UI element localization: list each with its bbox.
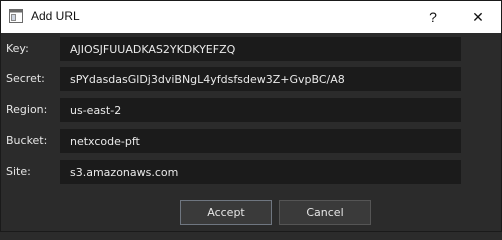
site-row: Site: s3.amazonaws.com (1, 160, 501, 184)
site-value: s3.amazonaws.com (70, 166, 179, 179)
secret-value: sPYdasdasGlDj3dviBNgL4yfdsfsdew3Z+GvpBC/… (70, 73, 345, 86)
region-row: Region: us-east-2 (1, 98, 501, 122)
secret-row: Secret: sPYdasdasGlDj3dviBNgL4yfdsfsdew3… (1, 67, 501, 91)
key-label: Key: (6, 42, 29, 55)
app-window-icon (9, 9, 23, 23)
key-value: AJIOSJFUUADKAS2YKDKYEFZQ (70, 43, 236, 56)
help-button[interactable]: ? (410, 1, 456, 33)
bucket-label: Bucket: (6, 134, 48, 147)
region-field[interactable]: us-east-2 (60, 98, 461, 122)
cancel-button[interactable]: Cancel (279, 200, 371, 225)
close-button[interactable]: ✕ (455, 1, 501, 33)
bucket-value: netxcode-pft (70, 135, 140, 148)
add-url-dialog: Add URL ? ✕ Key: AJIOSJFUUADKAS2YKDKYEFZ… (0, 0, 502, 232)
secret-label: Secret: (6, 72, 45, 85)
title-bar[interactable]: Add URL ? ✕ (1, 1, 501, 33)
region-value: us-east-2 (70, 104, 122, 117)
key-field[interactable]: AJIOSJFUUADKAS2YKDKYEFZQ (60, 37, 461, 61)
region-label: Region: (6, 103, 48, 116)
secret-field[interactable]: sPYdasdasGlDj3dviBNgL4yfdsfsdew3Z+GvpBC/… (60, 67, 461, 91)
site-label: Site: (6, 165, 31, 178)
key-row: Key: AJIOSJFUUADKAS2YKDKYEFZQ (1, 37, 501, 61)
site-field[interactable]: s3.amazonaws.com (60, 160, 461, 184)
bucket-row: Bucket: netxcode-pft (1, 129, 501, 153)
dialog-title: Add URL (31, 9, 80, 23)
bucket-field[interactable]: netxcode-pft (60, 129, 461, 153)
accept-button[interactable]: Accept (180, 200, 272, 225)
